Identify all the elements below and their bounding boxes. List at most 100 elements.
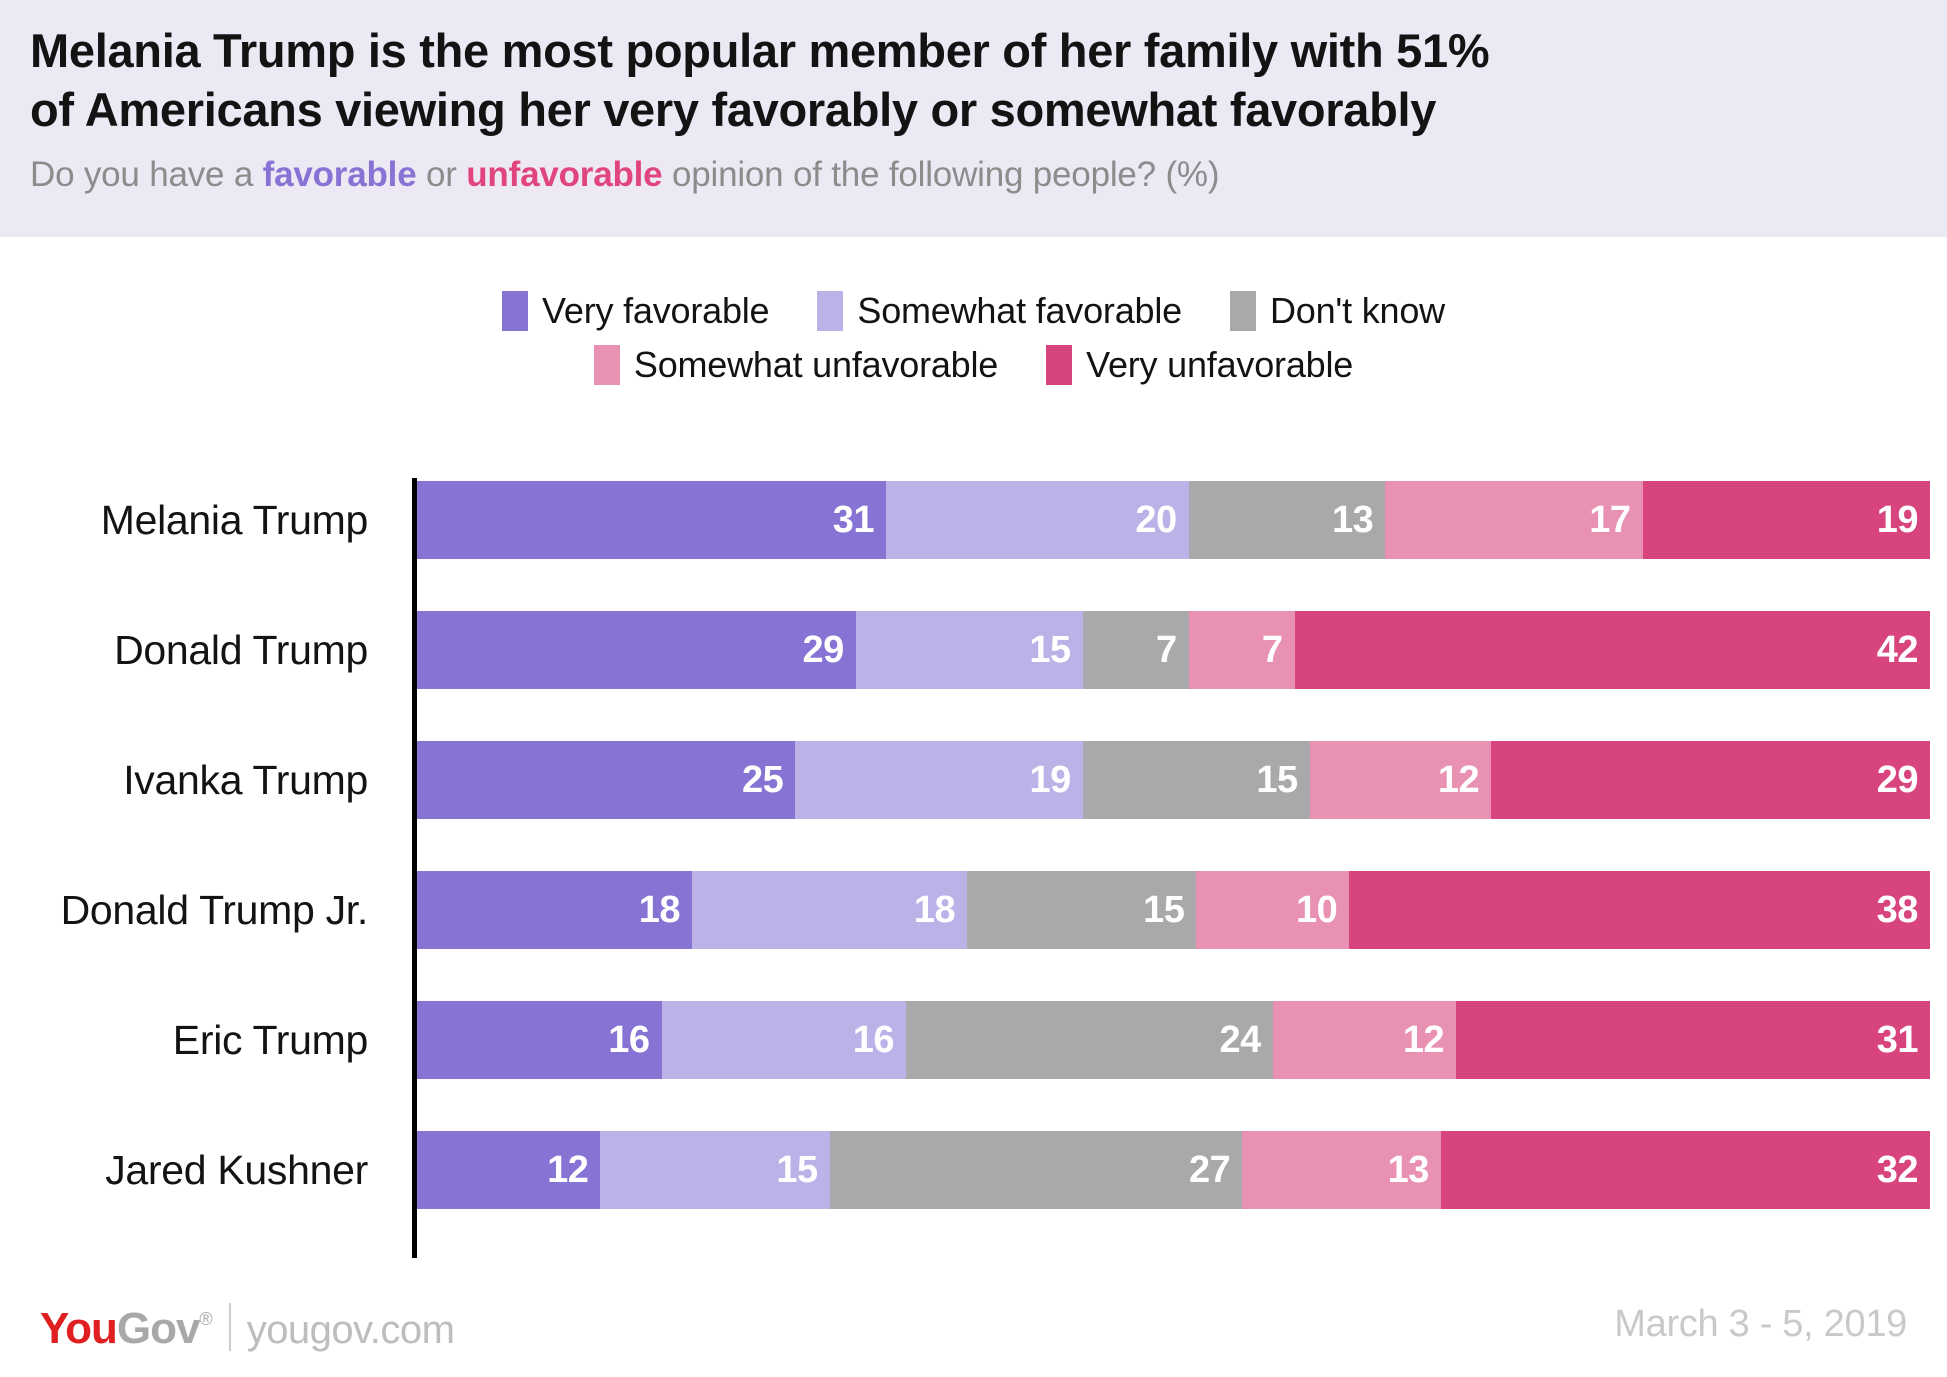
- registered-mark-icon: ®: [199, 1309, 213, 1329]
- bar-segment-value: 29: [802, 628, 844, 671]
- bar-segment-value: 18: [913, 888, 956, 931]
- logo-you-text: You: [40, 1304, 118, 1353]
- chart-footer: You Gov ® yougov.com March 3 - 5, 2019: [0, 1267, 1947, 1377]
- header-band: Melania Trump is the most popular member…: [0, 0, 1947, 237]
- chart-plot-area: Melania Trump 31 20 13 17 19 Donald Trump 29 15 7…: [0, 470, 1947, 1260]
- bar-category-label: Donald Trump Jr.: [60, 886, 369, 933]
- bar-segment[interactable]: 7: [1188, 611, 1295, 689]
- legend-row: Somewhat unfavorable Very unfavorable: [0, 344, 1947, 386]
- bar-segment[interactable]: 15: [967, 871, 1197, 949]
- bar-segment-value: 10: [1295, 888, 1338, 931]
- bar-segment[interactable]: 18: [417, 871, 693, 949]
- legend-item[interactable]: Somewhat unfavorable: [593, 344, 999, 386]
- legend-item[interactable]: Somewhat favorable: [817, 290, 1182, 332]
- bar-row: Donald Trump 29 15 7 7 42: [0, 611, 1947, 689]
- stacked-bar: 18 18 15 10 38: [417, 871, 1930, 949]
- legend-swatch-icon: [593, 345, 620, 385]
- bar-segment[interactable]: 15: [600, 1131, 830, 1209]
- bar-segment-value: 19: [1876, 498, 1919, 541]
- stacked-bar: 25 19 15 12 29: [417, 741, 1930, 819]
- bar-segment-value: 38: [1876, 888, 1919, 931]
- bar-segment[interactable]: 7: [1082, 611, 1189, 689]
- subtitle-text-after: opinion of the following people? (%): [662, 154, 1220, 194]
- subtitle-text-middle: or: [416, 154, 467, 194]
- bar-segment[interactable]: 16: [417, 1001, 662, 1079]
- bar-segment-value: 15: [1143, 888, 1185, 931]
- subtitle-unfavorable-word: unfavorable: [466, 154, 663, 194]
- bar-segment[interactable]: 13: [1188, 481, 1386, 559]
- bar-segment[interactable]: 25: [417, 741, 796, 819]
- legend-row: Very favorable Somewhat favorable Don't kn…: [0, 290, 1947, 332]
- bar-segment-value: 17: [1589, 498, 1631, 541]
- bar-segment-value: 16: [852, 1018, 895, 1061]
- legend-swatch-icon: [817, 291, 844, 331]
- bar-segment[interactable]: 19: [795, 741, 1083, 819]
- legend-item[interactable]: Don't know: [1229, 290, 1445, 332]
- bar-segment[interactable]: 12: [1309, 741, 1492, 819]
- bar-segment[interactable]: 31: [417, 481, 887, 559]
- legend-label: Don't know: [1269, 290, 1445, 331]
- bar-segment[interactable]: 12: [1272, 1001, 1457, 1079]
- bar-segment[interactable]: 15: [1082, 741, 1310, 819]
- bar-category-label: Jared Kushner: [105, 1146, 368, 1193]
- bar-segment[interactable]: 12: [417, 1131, 601, 1209]
- stacked-bar: 29 15 7 7 42: [417, 611, 1930, 689]
- legend-label: Somewhat unfavorable: [633, 344, 999, 385]
- stacked-bar: 12 15 27 13 32: [417, 1131, 1930, 1209]
- bar-category-label: Ivanka Trump: [123, 756, 368, 803]
- yougov-url-text: yougov.com: [246, 1308, 455, 1352]
- bar-segment[interactable]: 29: [1491, 741, 1930, 819]
- legend-item[interactable]: Very unfavorable: [1046, 344, 1353, 386]
- bar-segment-value: 7: [1261, 628, 1283, 671]
- subtitle-favorable-word: favorable: [262, 154, 417, 194]
- logo-gov-text: Gov: [116, 1304, 201, 1353]
- chart-subtitle: Do you have a favorable or unfavorable o…: [30, 154, 1911, 196]
- bar-category-label: Donald Trump: [114, 626, 368, 673]
- bar-segment-value: 29: [1876, 758, 1919, 801]
- bar-segment[interactable]: 16: [661, 1001, 907, 1079]
- bar-segment[interactable]: 20: [886, 481, 1189, 559]
- bar-category-label: Melania Trump: [100, 496, 369, 543]
- bar-segment-value: 32: [1876, 1148, 1919, 1191]
- bar-segment[interactable]: 29: [417, 611, 856, 689]
- bar-segment-value: 13: [1387, 1148, 1430, 1191]
- legend-label: Somewhat favorable: [857, 290, 1182, 331]
- bar-segment-value: 31: [832, 498, 875, 541]
- bar-segment-value: 13: [1332, 498, 1374, 541]
- bar-row: Donald Trump Jr. 18 18 15 10 38: [0, 871, 1947, 949]
- bar-segment-value: 25: [741, 758, 784, 801]
- bar-segment[interactable]: 18: [692, 871, 968, 949]
- bar-segment[interactable]: 17: [1385, 481, 1643, 559]
- bar-segment[interactable]: 32: [1440, 1131, 1930, 1209]
- legend-item[interactable]: Very favorable: [502, 290, 770, 332]
- bar-segment-value: 12: [1402, 1018, 1445, 1061]
- bar-row: Eric Trump 16 16 24 12 31: [0, 1001, 1947, 1079]
- field-dates-text: March 3 - 5, 2019: [1614, 1303, 1907, 1345]
- legend-swatch-icon: [1229, 291, 1256, 331]
- bar-segment-value: 19: [1029, 758, 1071, 801]
- bar-segment[interactable]: 10: [1196, 871, 1350, 949]
- bar-segment[interactable]: 13: [1242, 1131, 1441, 1209]
- logo-divider: [228, 1303, 231, 1351]
- bar-segment[interactable]: 15: [855, 611, 1083, 689]
- bar-segment[interactable]: 19: [1642, 481, 1930, 559]
- yougov-logo: You Gov ® yougov.com: [40, 1295, 455, 1354]
- bar-segment-value: 16: [608, 1018, 650, 1061]
- bar-segment-value: 27: [1188, 1148, 1231, 1191]
- bar-segment-value: 12: [1437, 758, 1480, 801]
- bar-segment-value: 12: [547, 1148, 589, 1191]
- bar-segment-value: 18: [638, 888, 681, 931]
- bar-segment-value: 42: [1876, 628, 1919, 671]
- bar-segment[interactable]: 24: [906, 1001, 1273, 1079]
- bar-segment[interactable]: 31: [1456, 1001, 1930, 1079]
- bar-segment[interactable]: 27: [829, 1131, 1243, 1209]
- bar-row: Jared Kushner 12 15 27 13 32: [0, 1131, 1947, 1209]
- bar-segment-value: 20: [1135, 498, 1177, 541]
- legend-label: Very favorable: [542, 290, 770, 331]
- bar-segment-value: 15: [776, 1148, 818, 1191]
- bar-row: Ivanka Trump 25 19 15 12 29: [0, 741, 1947, 819]
- bar-segment[interactable]: 38: [1349, 871, 1930, 949]
- subtitle-text-before: Do you have a: [30, 154, 263, 194]
- bar-segment-value: 24: [1219, 1018, 1262, 1061]
- bar-segment[interactable]: 42: [1294, 611, 1930, 689]
